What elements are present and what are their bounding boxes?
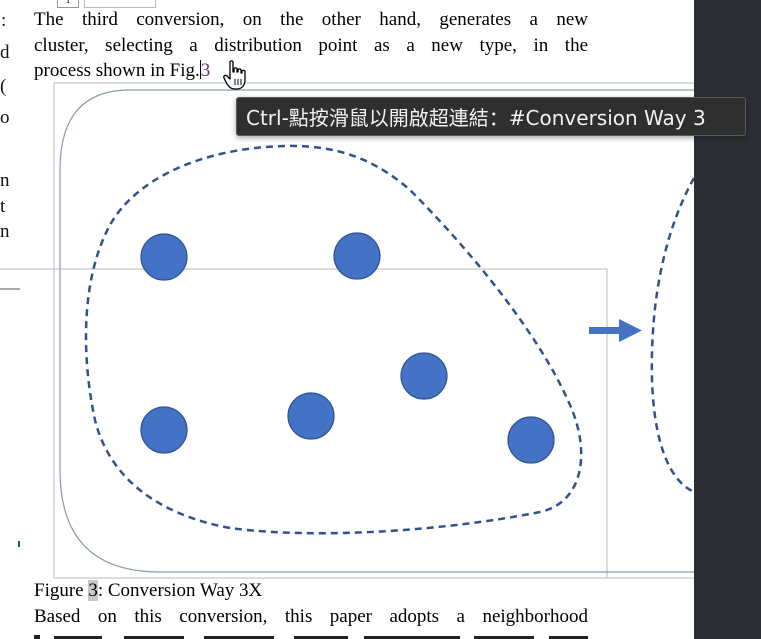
caption-number-field[interactable]: 3	[88, 580, 98, 601]
tooltip-text: Ctrl-點按滑鼠以開啟超連結：#Conversion Way 3	[246, 106, 706, 130]
caption-prefix: Figure	[34, 580, 89, 601]
following-paragraph: Based on this conversion, this paper ado…	[34, 606, 588, 627]
distribution-point	[333, 232, 381, 280]
arrow-right-icon	[589, 319, 642, 342]
hand-pointer-cursor-icon	[223, 60, 246, 90]
distribution-point	[140, 233, 188, 281]
dashed-cluster-boundary	[84, 144, 583, 535]
distribution-point	[507, 416, 555, 464]
cut-off-next-line	[34, 635, 588, 639]
figure-caption: Figure 3: Conversion Way 3X	[34, 580, 262, 602]
hyperlink-tooltip: Ctrl-點按滑鼠以開啟超連結：#Conversion Way 3	[236, 97, 746, 136]
distribution-point	[287, 392, 335, 440]
figure-conversion-diagram	[0, 60, 704, 579]
right-side-panel	[694, 0, 761, 639]
distribution-point	[140, 406, 188, 454]
new-cluster-boundary	[650, 177, 696, 494]
dot-group	[140, 232, 555, 464]
distribution-point	[400, 352, 448, 400]
caption-suffix: : Conversion Way 3X	[97, 580, 263, 601]
